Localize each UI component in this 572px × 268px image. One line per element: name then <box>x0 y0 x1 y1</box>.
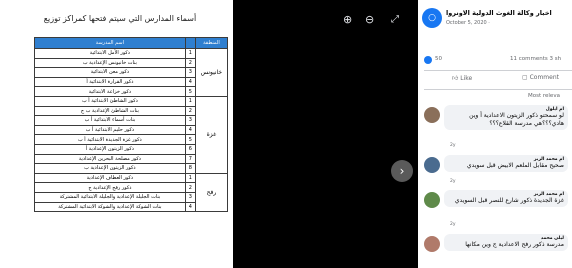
row-number-cell: 5 <box>184 86 196 97</box>
expand-icon[interactable]: ⤢ <box>391 14 399 26</box>
comment-text: غزة الجديدة ذكور شارع للنصر قبل السويدي <box>454 197 564 204</box>
comment-time[interactable]: 2y <box>450 222 456 227</box>
commenter-avatar[interactable] <box>424 192 440 208</box>
row-number-cell: 1 <box>184 172 196 184</box>
school-name-cell: بنات الشوكة الإعدادية والشوكة الابتدائية… <box>34 201 186 213</box>
row-number-cell: 1 <box>184 95 196 107</box>
region-cell: رفح <box>194 172 229 213</box>
school-name-cell: ذكور الأمل الابتدائية <box>34 48 186 59</box>
school-name-cell: ذكور الزيتون الإعدادية أ <box>34 143 186 155</box>
row-number-cell: 3 <box>184 67 196 78</box>
like-label: Like <box>460 75 473 82</box>
header-number <box>184 37 196 49</box>
region-cell: غزة <box>194 95 229 174</box>
next-photo-button[interactable]: › <box>391 160 413 182</box>
document-title: أسماء المدارس التي سيتم فتحها كمراكز توز… <box>43 14 197 23</box>
comment-button[interactable]: ▢ Comment <box>522 74 559 81</box>
school-name-cell: ذكور رفح الإعدادية ج <box>34 182 186 193</box>
row-number-cell: 5 <box>184 134 196 145</box>
commenter-avatar[interactable] <box>424 157 440 173</box>
divider <box>424 70 572 71</box>
row-number-cell: 4 <box>184 76 196 88</box>
school-name-cell: ذكور حليم الابتدائية أ ب <box>34 124 186 136</box>
school-name-cell: ذكور معن الابتدائية <box>34 67 186 78</box>
comments-panel: ○ اخبار وكالة الغوث الدولية الاونروا Oct… <box>418 0 572 268</box>
comment-bubble: ام ايلول لو سمحتو ذكور الزيتون الاعدادية… <box>444 105 568 130</box>
table-row: غزة 1 ذكور الشاطئ الابتدائية أ ب <box>34 95 229 174</box>
row-number-cell: 4 <box>184 124 196 136</box>
like-reaction-icon[interactable] <box>424 56 432 64</box>
comments-count[interactable]: 11 comments 3 sh <box>510 56 561 62</box>
post-header: ○ اخبار وكالة الغوث الدولية الاونروا Oct… <box>418 6 572 36</box>
schools-table: المنطقة اسم المدرسة خانيونس 1 ذكور الأمل ا… <box>34 37 229 213</box>
comment-label: Comment <box>529 74 559 81</box>
comment-icon: ▢ <box>522 74 528 81</box>
school-name-cell: ذكور غزة الجديدة الابتدائية أ ب <box>34 134 186 145</box>
region-cell: خانيونس <box>194 48 229 97</box>
row-number-cell: 2 <box>184 105 196 117</box>
commenter-avatar[interactable] <box>424 236 440 252</box>
row-number-cell: 2 <box>184 57 196 69</box>
row-number-cell: 8 <box>184 163 196 174</box>
comment-text: مدرسة ذكور رفح الاعدادية ج وين مكانها <box>465 241 564 248</box>
comment-bubble: ام محمد الزبر صحيح مقابل الملعم الابيض ق… <box>444 155 568 172</box>
commenter-avatar[interactable] <box>424 107 440 123</box>
thumbs-up-icon: 👍︎ <box>452 75 459 82</box>
table-row: رفح 1 ذكور العطاف الإعدادية <box>34 172 229 213</box>
reaction-count[interactable]: 50 <box>435 56 442 62</box>
page-avatar[interactable]: ○ <box>422 8 442 28</box>
school-name-cell: بنات الجليلة الإعدادية والجليلة الابتدائ… <box>34 191 186 203</box>
zoom-in-icon[interactable]: ⊕ <box>343 14 352 26</box>
like-button[interactable]: 👍︎ Like <box>452 74 472 82</box>
page-name[interactable]: اخبار وكالة الغوث الدولية الاونروا <box>446 9 552 17</box>
comment-text: صحيح مقابل الملعم الابيض قبل سويدي <box>466 162 564 169</box>
row-number-cell: 6 <box>184 143 196 155</box>
comment-bubble: ام محمد الزبر غزة الجديدة ذكور شارع للنص… <box>444 190 568 207</box>
school-name-cell: بنات الشاطئ الإعدادية ب ج <box>34 105 186 117</box>
school-name-cell: ذكور الزيتون الإعدادية ب <box>34 163 186 174</box>
row-number-cell: 3 <box>184 191 196 203</box>
actions-row: 👍︎ Like ▢ Comment <box>418 74 572 86</box>
reactions-row: 50 11 comments 3 sh <box>418 56 572 68</box>
school-name-cell: بنات خانيونس الإعدادية ب <box>34 57 186 69</box>
table-header-row: المنطقة اسم المدرسة <box>34 37 229 49</box>
school-name-cell: ذكور الشاطئ الابتدائية أ ب <box>34 95 186 107</box>
comment-time[interactable]: 2y <box>450 179 456 184</box>
table-row: خانيونس 1 ذكور الأمل الابتدائية <box>34 48 229 97</box>
comment-time[interactable]: 2y <box>450 143 456 148</box>
header-region: المنطقة <box>194 37 229 49</box>
school-name-cell: ذكور خزاعة الابتدائية <box>34 86 186 97</box>
row-number-cell: 2 <box>184 182 196 193</box>
row-number-cell: 7 <box>184 153 196 165</box>
photo-viewer: ⊕ ⊖ ⤢ › <box>233 0 418 268</box>
school-name-cell: ذكور القرارة الابتدائية أ <box>34 76 186 88</box>
row-number-cell: 1 <box>184 48 196 59</box>
school-name-cell: ذكور مصلحة البحرين الإعدادية <box>34 153 186 165</box>
divider <box>424 89 572 90</box>
post-date[interactable]: October 5, 2020 · <box>446 20 490 26</box>
row-number-cell: 3 <box>184 115 196 126</box>
sort-dropdown[interactable]: Most releva <box>528 93 560 99</box>
document-image: أسماء المدارس التي سيتم فتحها كمراكز توز… <box>0 0 233 268</box>
row-number-cell: 4 <box>184 201 196 213</box>
school-name-cell: بنات أسماء الابتدائية أ ب <box>34 115 186 126</box>
zoom-out-icon[interactable]: ⊖ <box>365 14 374 26</box>
header-school: اسم المدرسة <box>34 37 186 49</box>
school-name-cell: ذكور العطاف الإعدادية <box>34 172 186 184</box>
comment-text: لو سمحتو ذكور الزيتون الاعدادية أ وين ها… <box>469 112 564 127</box>
comment-bubble: ليلى محمد مدرسة ذكور رفح الاعدادية ج وين… <box>444 234 568 251</box>
